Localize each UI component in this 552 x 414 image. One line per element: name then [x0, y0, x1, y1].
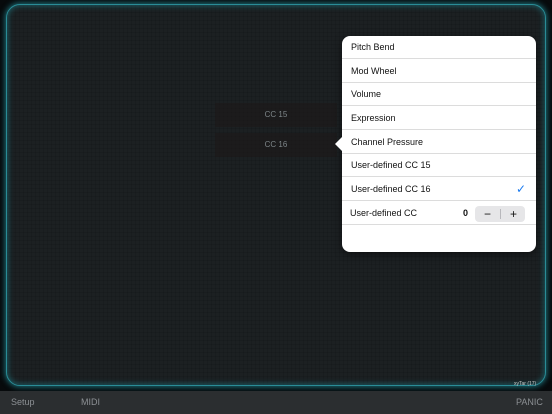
menu-item-volume[interactable]: Volume — [342, 83, 536, 106]
cc-number-stepper: − + — [475, 206, 525, 222]
menu-item-channel-pressure[interactable]: Channel Pressure — [342, 131, 536, 154]
menu-item-label: Expression — [351, 113, 396, 123]
panic-button[interactable]: PANIC — [516, 391, 543, 414]
stepper-value: 0 — [463, 208, 469, 218]
controller-popover: Pitch Bend Mod Wheel Volume Expression C… — [335, 36, 536, 252]
checkmark-icon: ✓ — [515, 182, 526, 196]
menu-item-label: Pitch Bend — [351, 42, 395, 52]
stepper-label: User-defined CC — [350, 208, 418, 218]
setup-button[interactable]: Setup — [11, 391, 35, 414]
cc-15-label: CC 15 — [215, 103, 337, 127]
menu-item-label: Volume — [351, 89, 382, 99]
menu-item-mod-wheel[interactable]: Mod Wheel — [342, 60, 536, 83]
midi-button[interactable]: MIDI — [81, 391, 100, 414]
menu-item-pitch-bend[interactable]: Pitch Bend — [342, 36, 536, 59]
menu-item-user-cc-16[interactable]: User-defined CC 16 ✓ — [342, 178, 536, 201]
menu-item-user-cc-15[interactable]: User-defined CC 15 — [342, 154, 536, 177]
menu-item-expression[interactable]: Expression — [342, 107, 536, 130]
menu-item-label: Channel Pressure — [351, 137, 424, 147]
menu-item-label: User-defined CC 15 — [351, 160, 431, 170]
menu-item-label: User-defined CC 16 — [351, 184, 431, 194]
cc-16-label: CC 16 — [215, 133, 337, 157]
user-cc-stepper-row: User-defined CC 0 − + — [342, 202, 536, 225]
bottom-toolbar: Setup MIDI PANIC — [0, 391, 552, 414]
increment-button[interactable]: + — [501, 206, 526, 222]
version-label: xyTar (17) — [514, 381, 537, 387]
menu-item-label: Mod Wheel — [351, 66, 397, 76]
decrement-button[interactable]: − — [475, 206, 500, 222]
popover-arrow — [335, 137, 342, 151]
